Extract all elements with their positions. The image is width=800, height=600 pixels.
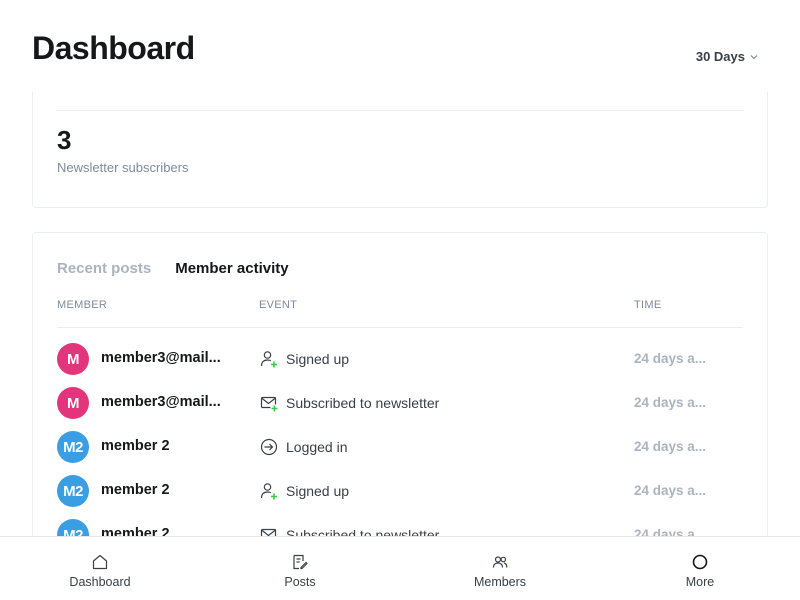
login-icon xyxy=(260,438,278,456)
tab-recent-posts[interactable]: Recent posts xyxy=(57,260,151,277)
nav-more[interactable]: More xyxy=(600,537,800,600)
subscriber-label: Newsletter subscribers xyxy=(57,160,189,175)
activity-row[interactable]: Mmember3@mail... Signed up 24 days a... xyxy=(57,337,743,381)
nav-members[interactable]: Members xyxy=(400,537,600,600)
more-icon xyxy=(692,554,708,570)
member-name: member3@mail... xyxy=(101,350,221,366)
avatar: M xyxy=(57,387,89,419)
activity-row[interactable]: Mmember3@mail... Subscribed to newsletter… xyxy=(57,381,743,425)
nav-label: More xyxy=(685,575,715,589)
event-label: Logged in xyxy=(286,439,348,455)
members-icon xyxy=(492,556,508,568)
avatar: M2 xyxy=(57,431,89,463)
page-title: Dashboard xyxy=(32,30,195,66)
event-label: Signed up xyxy=(286,483,350,499)
activity-row[interactable]: M2 member 2 Signed up 24 days a... xyxy=(57,469,743,513)
nav-label: Posts xyxy=(284,575,316,589)
bottom-nav: Dashboard Posts Members More xyxy=(0,536,800,600)
table-header: MEMBER EVENT TIME xyxy=(57,299,743,328)
event-time: 24 days a... xyxy=(634,395,707,410)
nav-posts[interactable]: Posts xyxy=(200,537,400,600)
member-name: member 2 xyxy=(101,438,170,454)
avatar: M xyxy=(57,343,89,375)
mail-add-icon xyxy=(260,396,279,413)
column-member: MEMBER xyxy=(57,299,108,311)
chevron-down-icon xyxy=(750,54,758,59)
event-time: 24 days a... xyxy=(634,439,707,454)
column-event: EVENT xyxy=(259,299,298,311)
date-range-label: 30 Days xyxy=(695,49,745,64)
event-label: Subscribed to newsletter xyxy=(286,395,440,411)
subscriber-count: 3 xyxy=(57,125,72,155)
avatar: M2 xyxy=(57,475,89,507)
posts-icon xyxy=(293,554,308,570)
member-name: member3@mail... xyxy=(101,394,221,410)
member-name: member 2 xyxy=(101,482,170,498)
activity-card: Recent posts Member activity MEMBER EVEN… xyxy=(32,232,768,572)
event-time: 24 days a... xyxy=(634,483,707,498)
nav-dashboard[interactable]: Dashboard xyxy=(0,537,200,600)
column-time: TIME xyxy=(634,299,662,311)
home-icon xyxy=(92,554,108,570)
event-time: 24 days a... xyxy=(634,351,707,366)
user-add-icon xyxy=(260,483,277,500)
newsletter-stats-card: 3 Newsletter subscribers xyxy=(32,92,768,208)
tab-member-activity[interactable]: Member activity xyxy=(175,260,288,277)
nav-label: Dashboard xyxy=(69,575,131,589)
user-add-icon xyxy=(260,351,277,368)
activity-tabs: Recent posts Member activity xyxy=(57,260,289,277)
event-label: Signed up xyxy=(286,351,350,367)
nav-label: Members xyxy=(473,575,527,589)
date-range-dropdown[interactable]: 30 Days xyxy=(696,49,758,64)
divider xyxy=(57,110,743,111)
activity-row[interactable]: M2 member 2 Logged in 24 days a... xyxy=(57,425,743,469)
